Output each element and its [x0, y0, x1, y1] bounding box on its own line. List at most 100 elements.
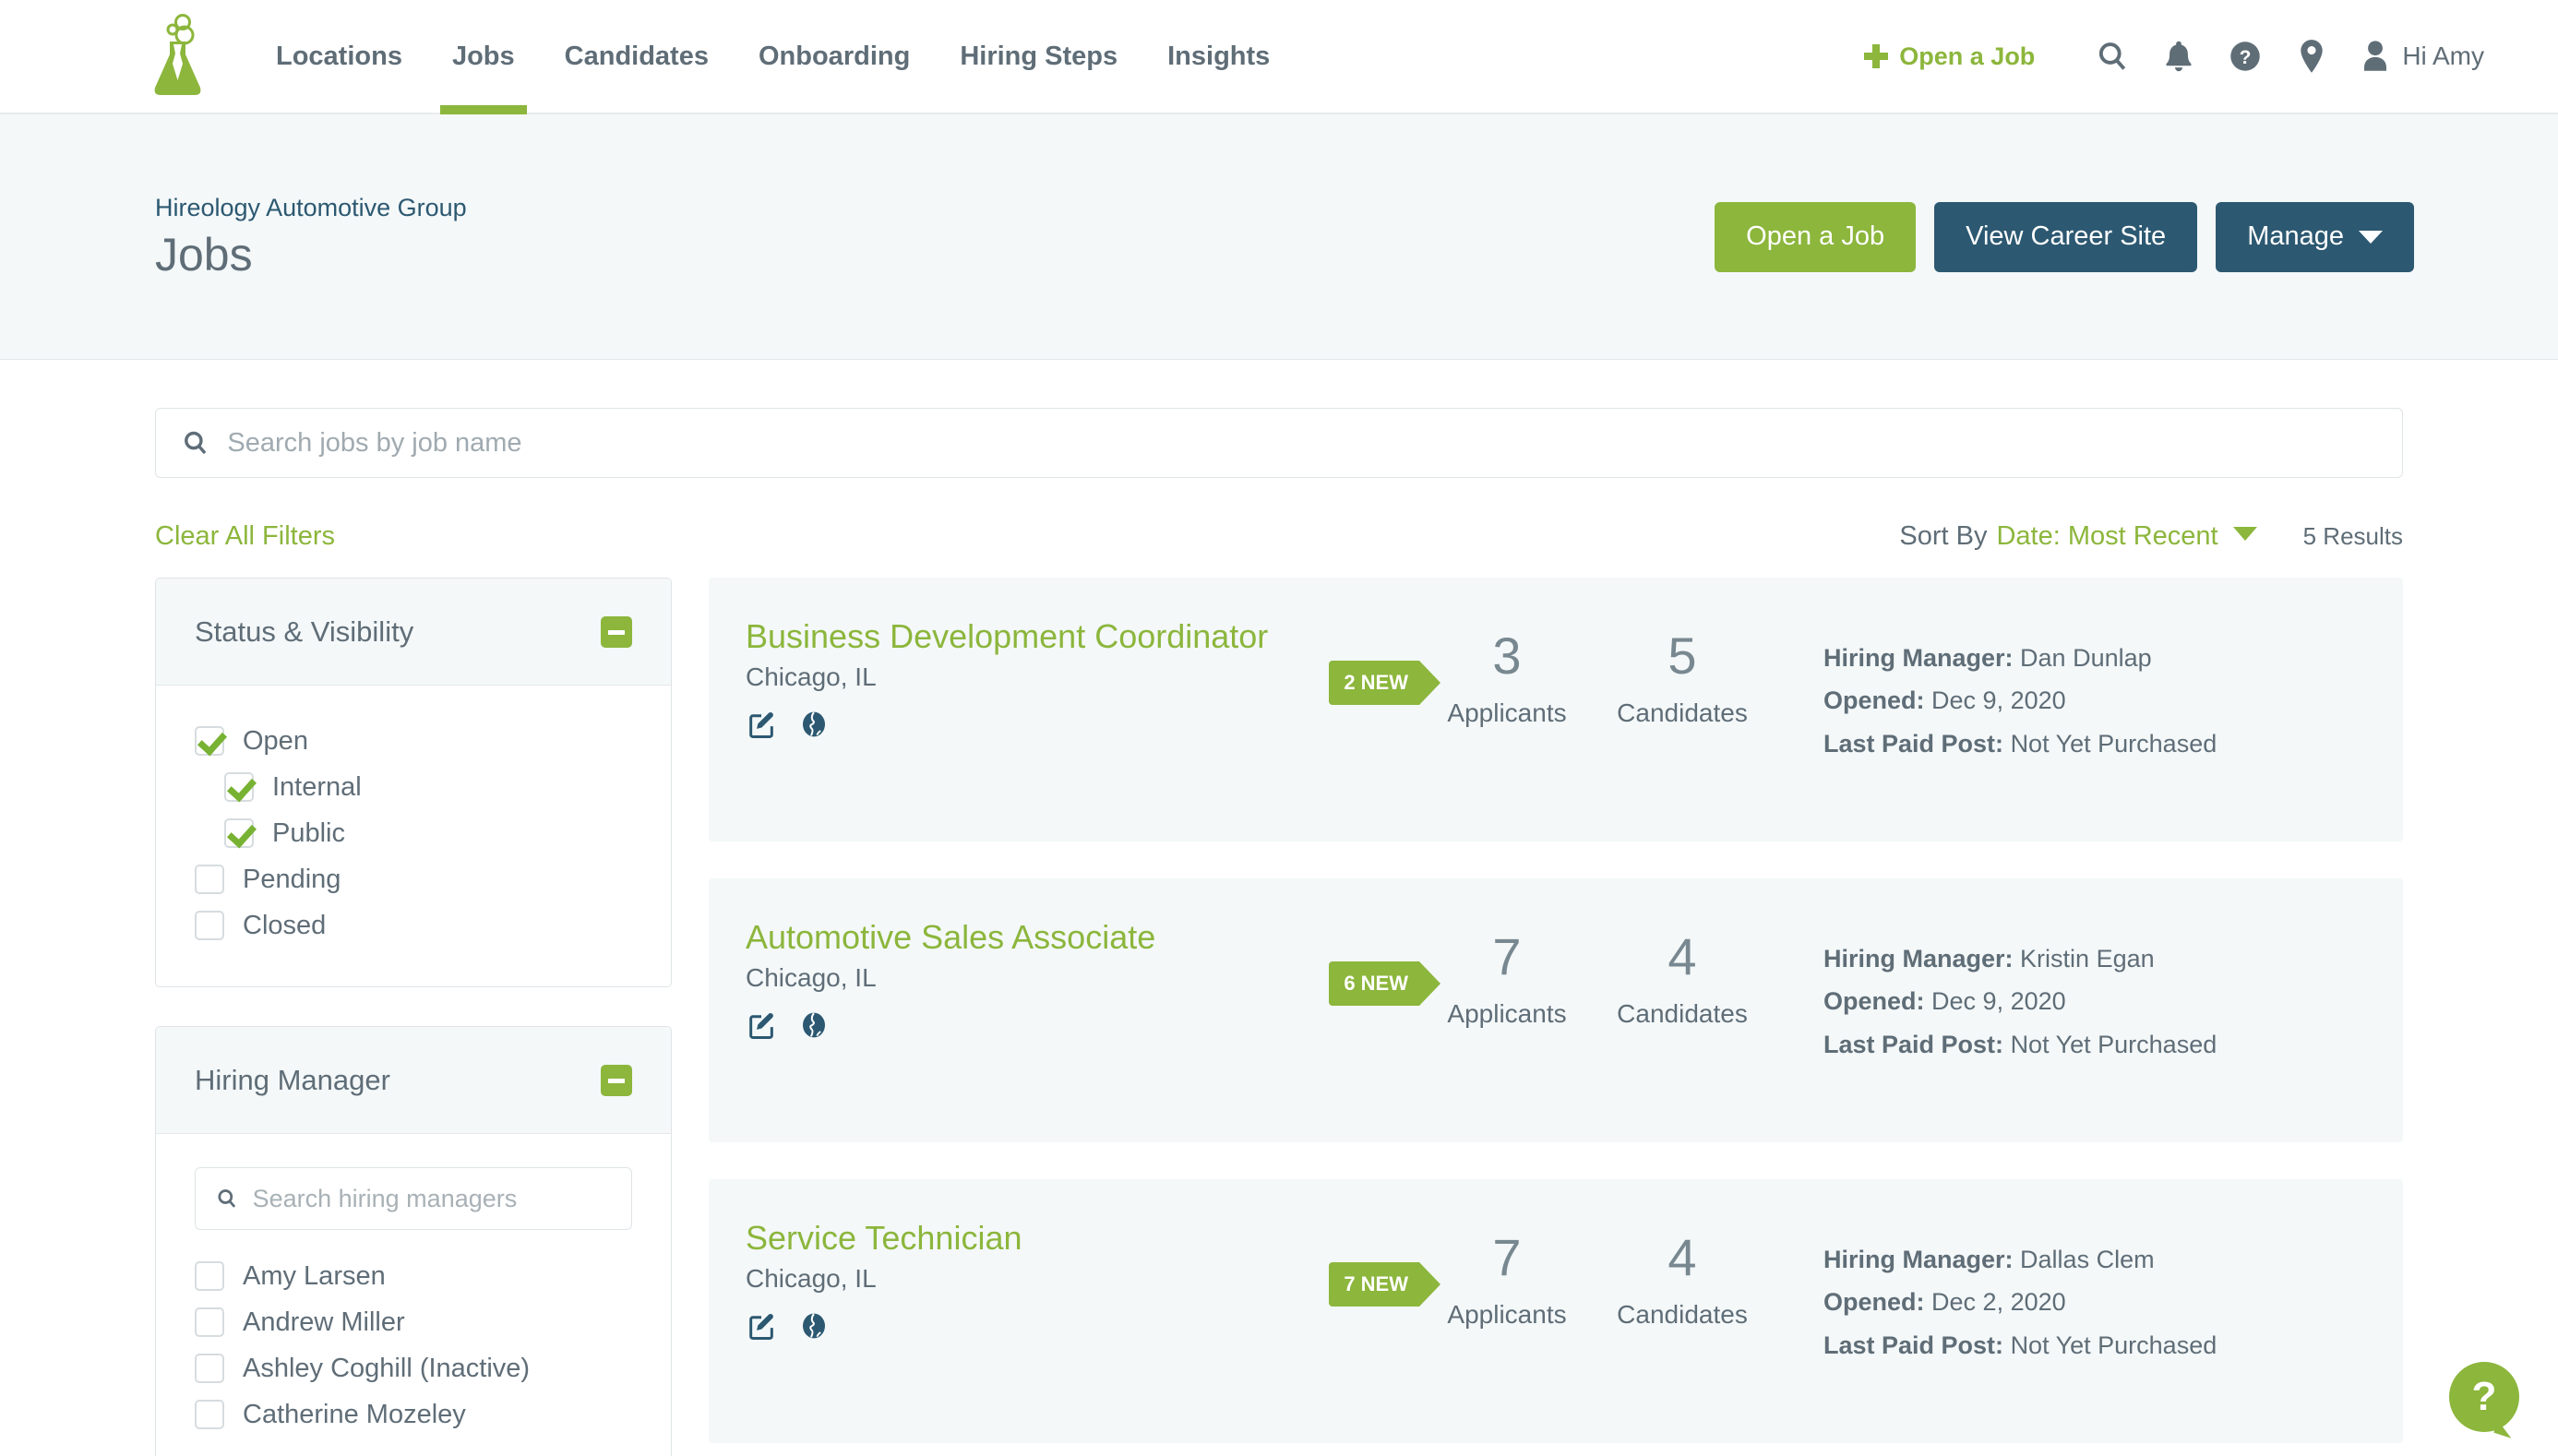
applicants-stat[interactable]: 7 Applicants [1419, 1218, 1595, 1330]
checkbox[interactable] [195, 1307, 224, 1337]
candidates-label: Candidates [1617, 998, 1748, 1028]
search-icon [185, 431, 207, 455]
meta-label: Opened: [1823, 987, 1925, 1016]
checkbox[interactable] [195, 911, 224, 940]
candidates-count: 4 [1667, 927, 1697, 985]
hiring-manager-search-bar[interactable] [195, 1167, 632, 1230]
candidates-label: Candidates [1617, 1299, 1748, 1329]
nav-item-jobs[interactable]: Jobs [427, 0, 540, 114]
page-title: Jobs [155, 228, 253, 280]
filter-option-open[interactable]: Open [195, 719, 632, 763]
bell-icon[interactable] [2146, 29, 2212, 84]
filter-option-closed[interactable]: Closed [195, 903, 632, 948]
job-card[interactable]: Service Technician Chicago, IL 7 NEW 7 A… [709, 1179, 2403, 1443]
meta-label: Hiring Manager: [1823, 1246, 2014, 1273]
help-question-glyph: ? [2471, 1374, 2497, 1419]
sort-by-value-label: Date: Most Recent [1996, 520, 2218, 551]
sort-by-dropdown[interactable]: Date: Most Recent [1996, 520, 2257, 552]
filter-option-pending[interactable]: Pending [195, 857, 632, 901]
nav-item-locations[interactable]: Locations [251, 0, 427, 113]
checkbox[interactable] [224, 818, 254, 848]
globe-icon-svg [803, 711, 825, 737]
new-applicants-badge[interactable]: 6 NEW [1329, 961, 1440, 1006]
candidates-label: Candidates [1617, 698, 1748, 727]
checkbox[interactable] [195, 1261, 224, 1291]
edit-job-icon[interactable] [746, 709, 777, 745]
job-location: Chicago, IL [746, 662, 877, 691]
filter-header-status-visibility[interactable]: Status & Visibility [156, 579, 671, 686]
search-input[interactable] [227, 427, 2376, 459]
open-a-job-button[interactable]: Open a Job [1715, 201, 1917, 272]
nav-item-onboarding[interactable]: Onboarding [734, 0, 935, 113]
job-card[interactable]: Business Development Coordinator Chicago… [709, 578, 2403, 841]
checkbox[interactable] [195, 1400, 224, 1429]
candidates-stat[interactable]: 4 Candidates [1595, 917, 1770, 1029]
hiring-manager-option-andrew-miller[interactable]: Andrew Miller [195, 1300, 632, 1344]
edit-job-icon[interactable] [746, 1009, 777, 1045]
meta-value: Dallas Clem [2020, 1246, 2155, 1273]
filter-header-hiring-manager[interactable]: Hiring Manager [156, 1027, 671, 1134]
job-title-link[interactable]: Service Technician [746, 1218, 1299, 1259]
applicants-count: 3 [1492, 627, 1522, 685]
flask-logo-icon[interactable] [148, 14, 205, 99]
filter-option-public[interactable]: Public [195, 811, 632, 855]
search-icon[interactable] [2079, 29, 2146, 84]
checkbox-label: Andrew Miller [243, 1307, 405, 1337]
open-a-job-nav-link[interactable]: Open a Job [1864, 42, 2035, 71]
view-public-posting-globe-icon[interactable] [799, 1311, 829, 1345]
filter-card-hiring-manager: Hiring Manager Amy Larsen [155, 1026, 672, 1456]
avatar [2364, 41, 2387, 71]
view-public-posting-globe-icon[interactable] [799, 710, 829, 744]
job-title-link[interactable]: Business Development Coordinator [746, 616, 1299, 657]
hiring-manager-option-catherine-mozeley[interactable]: Catherine Mozeley [195, 1392, 632, 1437]
open-a-job-button-label: Open a Job [1746, 221, 1885, 251]
hiring-manager-option-ashley-coghill[interactable]: Ashley Coghill (Inactive) [195, 1346, 632, 1390]
map-pin-icon[interactable] [2278, 29, 2345, 84]
checkbox-label: Closed [243, 910, 327, 940]
meta-hiring-manager: Hiring Manager: Dan Dunlap [1823, 637, 2351, 679]
meta-last-paid-post: Last Paid Post: Not Yet Purchased [1823, 1324, 2351, 1366]
applicants-count: 7 [1492, 1228, 1522, 1286]
candidates-stat[interactable]: 4 Candidates [1595, 1218, 1770, 1330]
nav-label: Locations [276, 41, 402, 71]
manage-dropdown-button[interactable]: Manage [2216, 201, 2414, 272]
meta-label: Hiring Manager: [1823, 644, 2014, 672]
job-search-bar[interactable] [155, 408, 2403, 478]
breadcrumb[interactable]: Hireology Automotive Group [155, 194, 467, 222]
job-metadata: Hiring Manager: Dan Dunlap Opened: Dec 9… [1770, 616, 2351, 765]
checkbox-label: Amy Larsen [243, 1260, 386, 1291]
plus-icon [1864, 44, 1889, 68]
nav-item-candidates[interactable]: Candidates [540, 0, 734, 113]
checkbox[interactable] [224, 772, 254, 802]
new-applicants-badge[interactable]: 2 NEW [1329, 661, 1440, 705]
meta-hiring-manager: Hiring Manager: Kristin Egan [1823, 937, 2351, 980]
edit-icon-svg [749, 1313, 773, 1340]
applicants-stat[interactable]: 3 Applicants [1419, 616, 1595, 728]
filter-body-hiring-manager: Amy Larsen Andrew Miller Ashley Coghill … [156, 1134, 671, 1456]
job-card[interactable]: Automotive Sales Associate Chicago, IL 6… [709, 878, 2403, 1142]
filter-option-internal[interactable]: Internal [195, 765, 632, 809]
checkbox[interactable] [195, 1354, 224, 1383]
view-public-posting-globe-icon[interactable] [799, 1010, 829, 1044]
job-title-link[interactable]: Automotive Sales Associate [746, 917, 1299, 958]
hiring-manager-search-input[interactable] [252, 1184, 611, 1213]
help-circle-icon[interactable]: ? [2212, 29, 2278, 84]
view-career-site-button[interactable]: View Career Site [1934, 201, 2198, 272]
user-menu[interactable]: Hi Amy [2361, 39, 2484, 74]
nav-item-hiring-steps[interactable]: Hiring Steps [935, 0, 1142, 113]
checkbox[interactable] [195, 865, 224, 894]
nav-item-insights[interactable]: Insights [1142, 0, 1295, 113]
job-metadata: Hiring Manager: Dallas Clem Opened: Dec … [1770, 1218, 2351, 1366]
collapse-minus-icon[interactable] [601, 615, 632, 648]
edit-job-icon[interactable] [746, 1310, 777, 1346]
top-navigation-bar: Locations Jobs Candidates Onboarding Hir… [0, 0, 2558, 114]
hiring-manager-option-amy-larsen[interactable]: Amy Larsen [195, 1254, 632, 1298]
checkbox[interactable] [195, 726, 224, 756]
candidates-stat[interactable]: 5 Candidates [1595, 616, 1770, 728]
collapse-minus-icon[interactable] [601, 1064, 632, 1096]
clear-all-filters-link[interactable]: Clear All Filters [155, 521, 335, 552]
help-chat-bubble-icon[interactable]: ? [2449, 1362, 2519, 1432]
checkbox-label: Public [272, 818, 345, 848]
new-applicants-badge[interactable]: 7 NEW [1329, 1262, 1440, 1307]
applicants-stat[interactable]: 7 Applicants [1419, 917, 1595, 1029]
